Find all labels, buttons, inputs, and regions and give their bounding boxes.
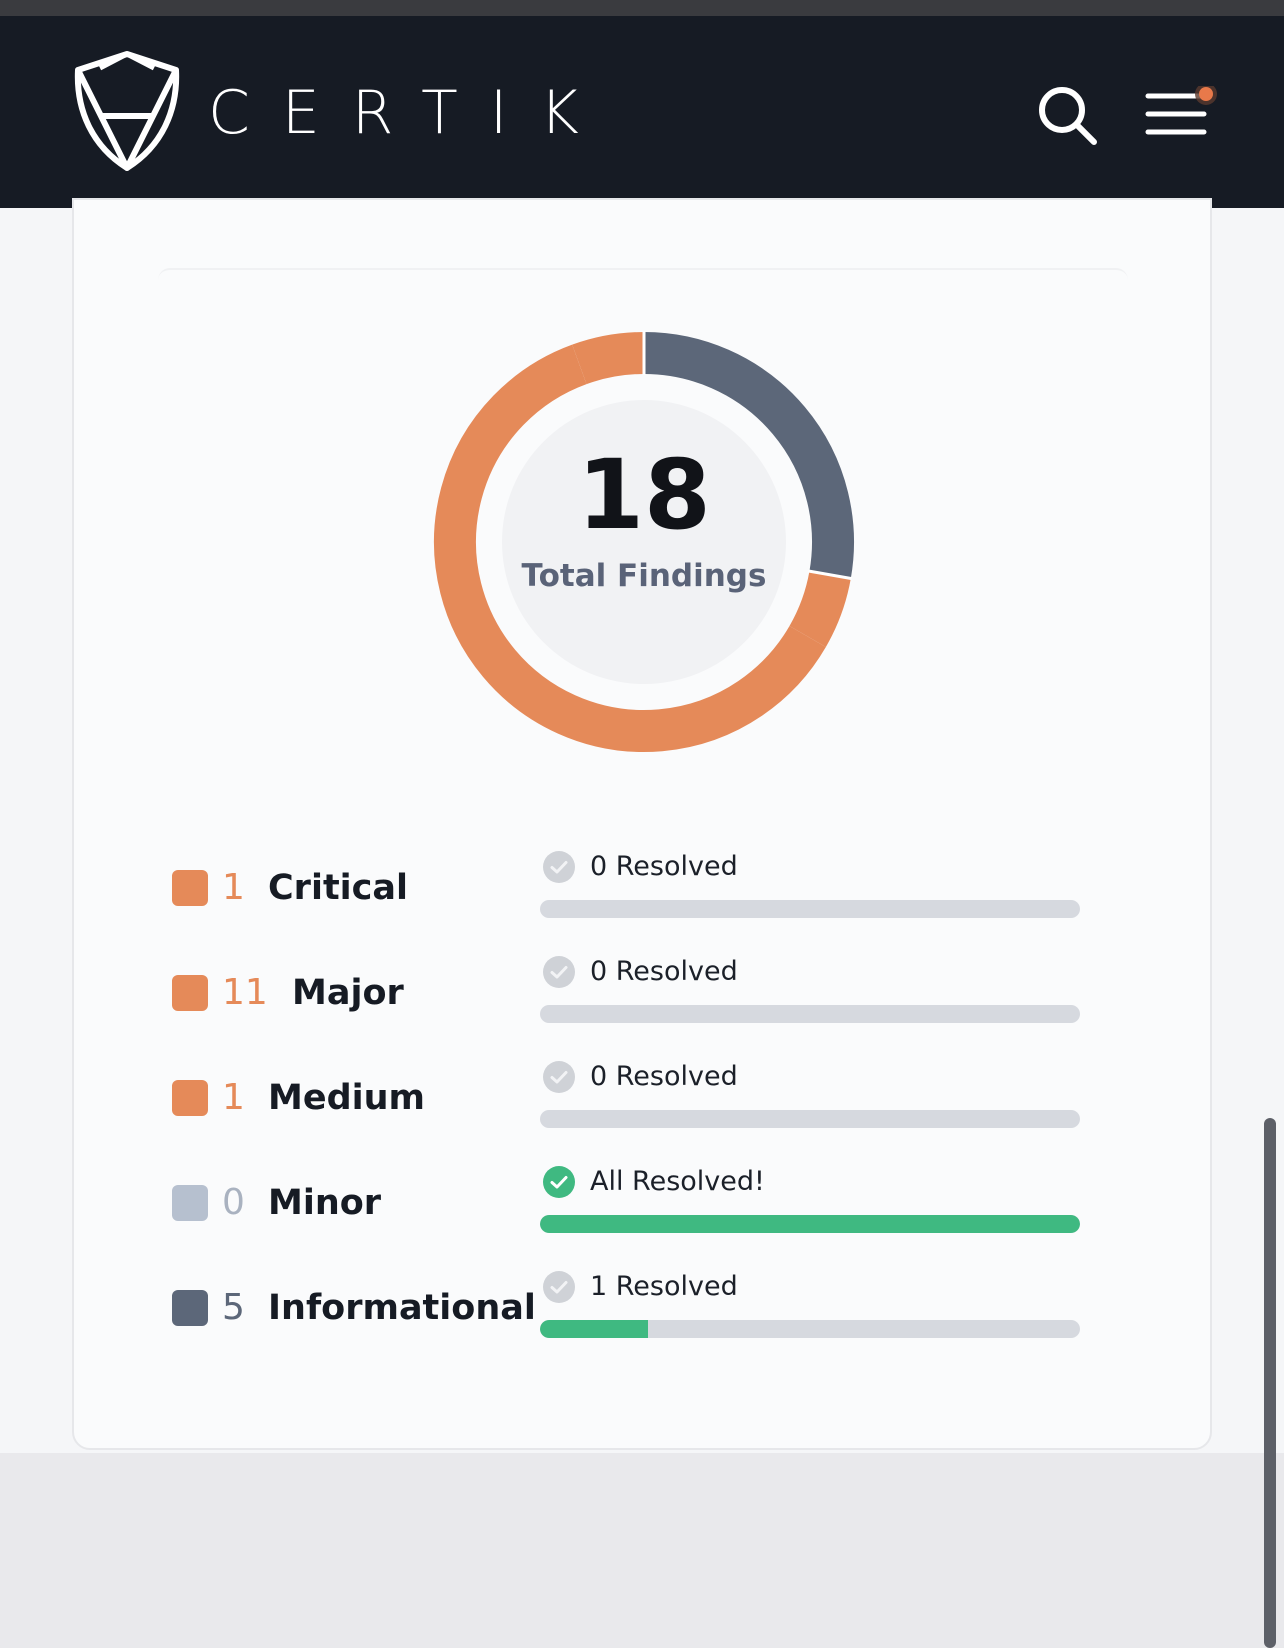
severity-count: 0 [222, 1182, 245, 1223]
finding-row-minor[interactable]: 0 Minor All Resolved! [172, 1155, 1112, 1245]
resolved-progress-fill [540, 1215, 1080, 1233]
resolved-status: 0 Resolved [590, 1061, 738, 1092]
severity-label: Medium [268, 1078, 426, 1118]
check-circle-gray-icon [543, 851, 575, 883]
resolved-progress-bar [540, 1215, 1080, 1233]
severity-label: Minor [268, 1183, 382, 1223]
severity-swatch [172, 975, 208, 1011]
finding-row-informational[interactable]: 5 Informational 1 Resolved [172, 1260, 1112, 1350]
donut-segment-medium [572, 332, 645, 385]
severity-label: Major [292, 973, 404, 1013]
severity-swatch [172, 1185, 208, 1221]
notification-dot [1199, 87, 1213, 101]
browser-top-strip [0, 0, 1284, 16]
hamburger-menu-icon [1145, 83, 1217, 135]
findings-card: 18 Total Findings 1 Critical 0 Resolved 11 M… [72, 198, 1212, 1450]
page-content: 18 Total Findings 1 Critical 0 Resolved 11 M… [0, 198, 1284, 1648]
check-circle-green-icon [543, 1166, 575, 1198]
resolved-progress-bar [540, 1320, 1080, 1338]
resolved-progress-bar [540, 1110, 1080, 1128]
severity-swatch [172, 1290, 208, 1326]
total-findings-value: 18 [577, 439, 711, 551]
resolved-status: 0 Resolved [590, 956, 738, 987]
severity-count: 5 [222, 1287, 245, 1328]
total-findings-label: Total Findings [521, 558, 767, 594]
resolved-status: 1 Resolved [590, 1271, 738, 1302]
severity-label: Informational [268, 1288, 536, 1328]
severity-swatch [172, 1080, 208, 1116]
search-icon [1039, 87, 1097, 145]
menu-button[interactable] [1142, 83, 1222, 150]
check-circle-gray-icon [543, 1271, 575, 1303]
severity-swatch [172, 870, 208, 906]
severity-count: 1 [222, 867, 245, 908]
check-circle-gray-icon [543, 956, 575, 988]
severity-count: 11 [222, 972, 268, 1013]
brand-wordmark[interactable]: CERTIK [208, 78, 611, 148]
finding-row-critical[interactable]: 1 Critical 0 Resolved [172, 840, 1112, 930]
resolved-status: 0 Resolved [590, 851, 738, 882]
severity-count: 1 [222, 1077, 245, 1118]
search-button[interactable] [1036, 84, 1100, 148]
severity-label: Critical [268, 868, 409, 908]
resolved-progress-fill [540, 1320, 648, 1338]
resolved-progress-bar [540, 1005, 1080, 1023]
check-circle-gray-icon [543, 1061, 575, 1093]
certik-logo-icon[interactable] [70, 50, 184, 179]
site-header: CERTIK [0, 16, 1284, 208]
finding-row-medium[interactable]: 1 Medium 0 Resolved [172, 1050, 1112, 1140]
finding-row-major[interactable]: 11 Major 0 Resolved [172, 945, 1112, 1035]
resolved-status: All Resolved! [590, 1166, 765, 1197]
scrollbar[interactable] [1264, 1118, 1276, 1648]
resolved-progress-bar [540, 900, 1080, 918]
